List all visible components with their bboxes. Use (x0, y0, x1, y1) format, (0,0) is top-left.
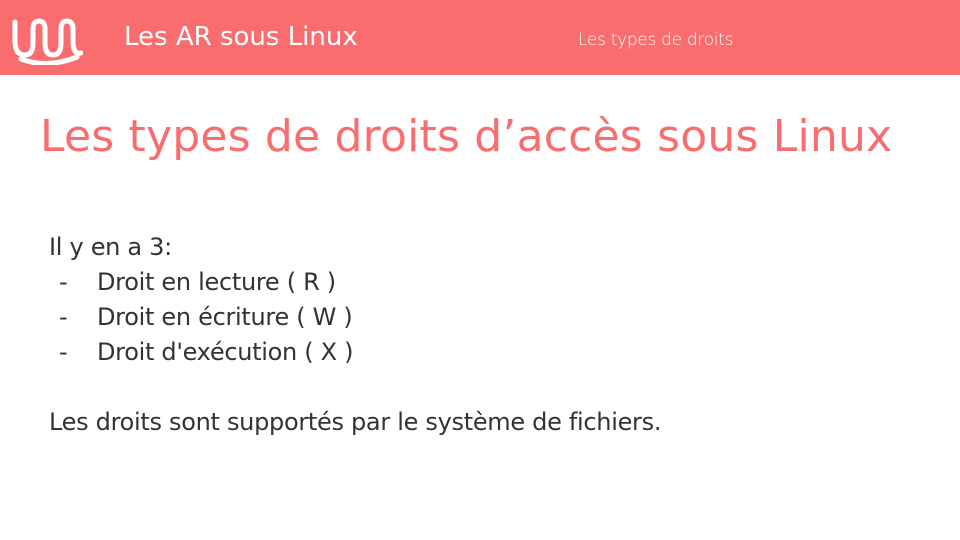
footnote-text: Les droits sont supportés par le système… (49, 408, 662, 436)
bullet-dash: - (59, 268, 68, 296)
list-item-execute: - Droit d'exécution ( X ) (49, 335, 909, 370)
intro-text: Il y en a 3: (49, 233, 172, 261)
bullet-dash: - (59, 338, 68, 366)
wave-logo-icon (12, 18, 83, 65)
presentation-title: Les AR sous Linux (124, 22, 358, 52)
list-item-label: Droit en écriture ( W ) (97, 303, 353, 331)
bullet-dash: - (59, 303, 68, 331)
list-item-read: - Droit en lecture ( R ) (49, 265, 909, 300)
list-item-label: Droit d'exécution ( X ) (97, 338, 354, 366)
rights-list: - Droit en lecture ( R ) - Droit en écri… (49, 265, 909, 370)
list-item-label: Droit en lecture ( R ) (97, 268, 336, 296)
slide-title: Les types de droits d’accès sous Linux (40, 111, 893, 162)
list-item-write: - Droit en écriture ( W ) (49, 300, 909, 335)
section-label: Les types de droits (578, 30, 734, 50)
slide-header: Les AR sous Linux Les types de droits (0, 0, 960, 75)
slide-body: Il y en a 3: - Droit en lecture ( R ) - … (49, 229, 909, 440)
